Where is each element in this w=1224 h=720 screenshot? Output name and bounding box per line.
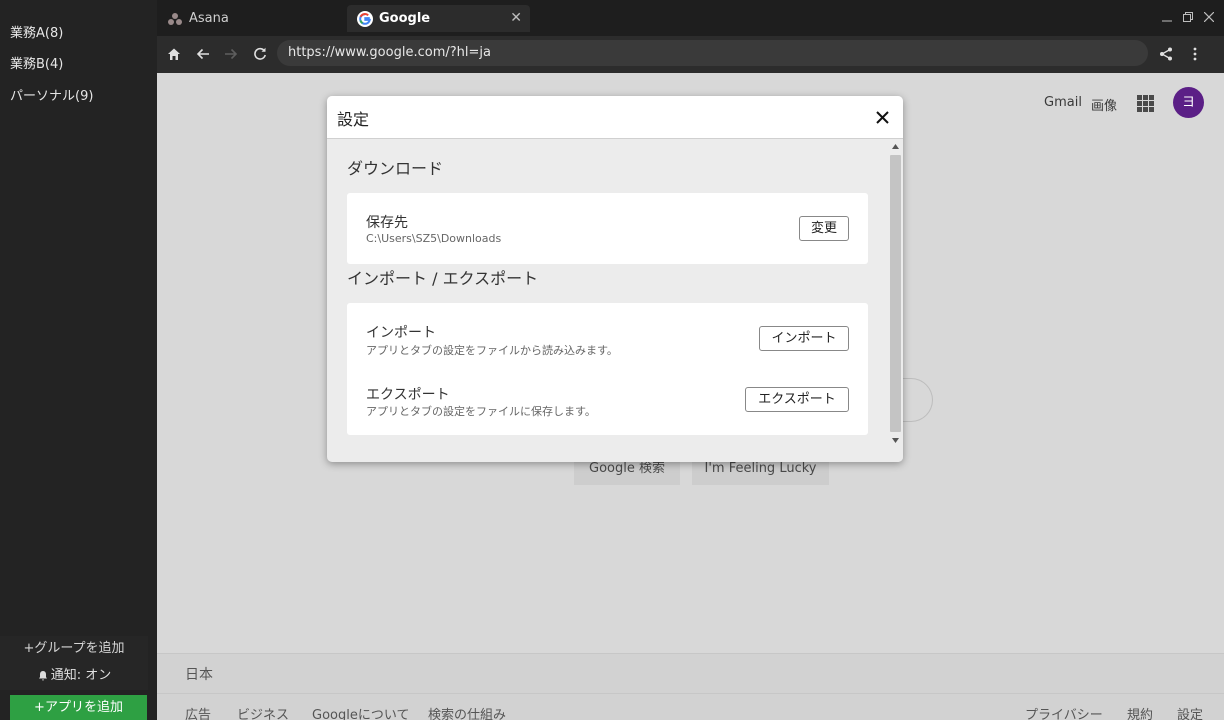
images-link[interactable]: 画像 [1091, 95, 1117, 114]
google-icon [357, 10, 373, 27]
notification-toggle[interactable]: 通知: オン [0, 662, 148, 690]
share-icon[interactable] [1156, 44, 1176, 64]
footer-link-terms[interactable]: 規約 [1127, 704, 1153, 720]
notification-label: 通知: オン [50, 668, 112, 683]
export-button[interactable]: エクスポート [745, 387, 849, 412]
footer-link-about[interactable]: Googleについて [312, 704, 409, 720]
scrollbar-thumb[interactable] [890, 155, 901, 432]
tab-bar: Asana Google ✕ [157, 0, 1224, 36]
more-menu-icon[interactable] [1185, 44, 1205, 64]
dialog-header: 設定 [327, 96, 903, 139]
window-close-icon[interactable] [1200, 8, 1218, 26]
tab-close-icon[interactable]: ✕ [510, 10, 522, 26]
settings-dialog: 設定 ダウンロード 保存先 C:\Users\SZ5\Downloads 変更 … [327, 96, 903, 462]
avatar[interactable]: ヨ [1173, 87, 1204, 118]
scroll-up-icon[interactable] [891, 142, 900, 151]
dialog-scrollbar[interactable] [888, 139, 903, 462]
home-icon[interactable] [164, 44, 184, 64]
footer-link-ads[interactable]: 広告 [185, 704, 211, 720]
url-input[interactable]: https://www.google.com/?hl=ja [277, 40, 1148, 66]
download-section-title: ダウンロード [347, 159, 444, 178]
dialog-close-icon[interactable] [873, 108, 891, 126]
scroll-down-icon[interactable] [891, 436, 900, 445]
footer-link-settings[interactable]: 設定 [1177, 704, 1203, 720]
tab-title: Asana [189, 11, 229, 26]
minimize-icon[interactable] [1158, 8, 1176, 26]
import-button[interactable]: インポート [759, 326, 849, 351]
download-card: 保存先 C:\Users\SZ5\Downloads 変更 [347, 193, 868, 264]
import-label: インポート [366, 325, 436, 341]
bell-icon [38, 671, 47, 681]
footer-link-how-search-works[interactable]: 検索の仕組み [428, 704, 506, 720]
sidebar-group-business-a[interactable]: 業務A(8) [10, 22, 63, 41]
restore-icon[interactable] [1179, 8, 1197, 26]
import-description: アプリとタブの設定をファイルから読み込みます。 [366, 344, 618, 357]
tab-google[interactable]: Google ✕ [347, 5, 530, 32]
sidebar-group-business-b[interactable]: 業務B(4) [10, 53, 63, 72]
footer-link-privacy[interactable]: プライバシー [1025, 704, 1103, 720]
import-export-card: インポート アプリとタブの設定をファイルから読み込みます。 インポート エクスポ… [347, 303, 868, 435]
add-app-button[interactable]: +アプリを追加 [10, 695, 147, 720]
dialog-title: 設定 [337, 110, 370, 129]
browser-toolbar: https://www.google.com/?hl=ja [157, 36, 1224, 73]
google-apps-icon[interactable] [1137, 95, 1154, 112]
forward-icon[interactable] [221, 44, 241, 64]
export-description: アプリとタブの設定をファイルに保存します。 [366, 405, 596, 418]
app-sidebar: 業務A(8) 業務B(4) パーソナル(9) +グループを追加 通知: オン +… [0, 0, 157, 720]
footer-country-bar: 日本 [157, 653, 1224, 693]
save-location-label: 保存先 [366, 215, 408, 231]
footer-link-business[interactable]: ビジネス [237, 704, 289, 720]
tab-asana[interactable]: Asana [167, 5, 347, 32]
country-label: 日本 [185, 667, 213, 683]
gmail-link[interactable]: Gmail [1044, 95, 1082, 110]
sidebar-group-personal[interactable]: パーソナル(9) [10, 85, 93, 104]
add-group-button[interactable]: +グループを追加 [0, 636, 148, 662]
import-export-section-title: インポート / エクスポート [347, 269, 539, 288]
back-icon[interactable] [193, 44, 213, 64]
reload-icon[interactable] [250, 44, 270, 64]
export-label: エクスポート [366, 387, 450, 403]
save-location-path: C:\Users\SZ5\Downloads [366, 232, 502, 245]
change-location-button[interactable]: 変更 [799, 216, 849, 241]
footer-links-bar: 広告 ビジネス Googleについて 検索の仕組み プライバシー 規約 設定 [157, 693, 1224, 720]
asana-icon [168, 12, 182, 25]
dialog-body: ダウンロード 保存先 C:\Users\SZ5\Downloads 変更 インポ… [327, 139, 887, 462]
tab-title: Google [379, 11, 431, 26]
